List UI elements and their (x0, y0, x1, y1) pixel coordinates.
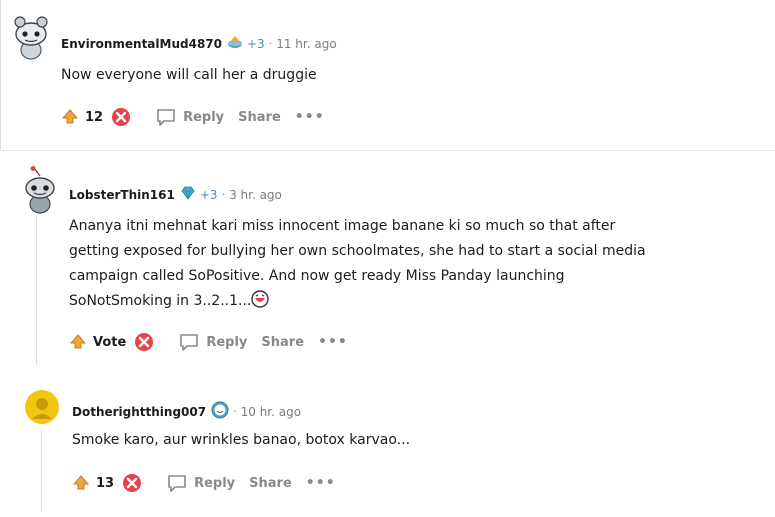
thread-line[interactable] (41, 430, 42, 512)
avatar[interactable] (20, 166, 60, 218)
timestamp[interactable]: 11 hr. ago (276, 37, 336, 51)
reply-label: Reply (183, 109, 225, 125)
separator: · (268, 37, 273, 50)
username[interactable]: EnvironmentalMud4870 (61, 37, 222, 51)
diamond-icon (180, 186, 196, 203)
divider (0, 150, 775, 151)
snoo-avatar-icon (14, 16, 48, 60)
avatar[interactable] (24, 389, 60, 429)
downvote-button[interactable] (122, 473, 142, 493)
vote-count: 12 (85, 109, 104, 125)
timestamp[interactable]: 10 hr. ago (241, 405, 301, 419)
upvote-button[interactable] (69, 333, 87, 351)
comment-actions: 12 Reply Share ••• (61, 106, 325, 128)
share-button[interactable]: Share (249, 476, 292, 491)
upvote-button[interactable] (61, 108, 79, 126)
laughing-emoji-icon (251, 290, 270, 317)
more-options-button[interactable]: ••• (295, 109, 325, 125)
comment-bubble-icon (168, 475, 186, 492)
comment-meta: LobsterThin161 +3 · 3 hr. ago (69, 186, 282, 203)
comment-body: Now everyone will call her a druggie (61, 67, 317, 83)
upvote-icon (72, 475, 90, 490)
upvote-icon (69, 334, 87, 349)
comment-body-line: campaign called SoPositive. And now get … (69, 268, 565, 284)
share-button[interactable]: Share (261, 335, 304, 350)
vote-count: 13 (96, 475, 115, 491)
reddit-coin-icon (227, 35, 243, 52)
downvote-icon (112, 108, 131, 126)
reply-label: Reply (206, 334, 248, 350)
reply-button[interactable]: Reply (178, 331, 247, 353)
reply-button[interactable]: Reply (155, 106, 224, 128)
thread-line[interactable] (0, 0, 1, 150)
timestamp[interactable]: 3 hr. ago (229, 188, 282, 202)
comment-actions: 13 Reply Share ••• (72, 472, 336, 494)
upvote-icon (61, 109, 79, 124)
more-options-button[interactable]: ••• (306, 475, 336, 491)
downvote-button[interactable] (134, 332, 154, 352)
comment-body-last-line: SoNotSmoking in 3..2..1... (69, 289, 270, 317)
smile-badge-icon (211, 401, 229, 422)
snoo-avatar-icon (25, 166, 55, 214)
avatar-circle-icon (25, 390, 59, 424)
comment-body-line: getting exposed for bullying her own sch… (69, 243, 646, 259)
downvote-button[interactable] (111, 107, 131, 127)
upvote-button[interactable] (72, 474, 90, 492)
username[interactable]: Dotherightthing007 (72, 405, 206, 419)
comment-meta: Dotherightthing007 · 10 hr. ago (72, 401, 301, 422)
reply-button[interactable]: Reply (166, 472, 235, 494)
separator: · (233, 405, 237, 418)
comment-body: Smoke karo, aur wrinkles banao, botox ka… (72, 432, 411, 448)
vote-label: Vote (93, 334, 127, 350)
comment-meta: EnvironmentalMud4870 +3 · 11 hr. ago (61, 35, 337, 52)
karma: +3 (247, 36, 265, 51)
more-options-button[interactable]: ••• (318, 334, 348, 350)
comment-actions: Vote Reply Share ••• (69, 331, 348, 353)
comment-body-line: Ananya itni mehnat kari miss innocent im… (69, 218, 616, 234)
comment-bubble-icon (180, 334, 199, 351)
karma: +3 (199, 187, 218, 202)
separator: · (221, 188, 226, 201)
thread-line[interactable] (36, 215, 37, 365)
downvote-icon (135, 333, 154, 351)
downvote-icon (123, 474, 142, 492)
username[interactable]: LobsterThin161 (69, 188, 175, 202)
avatar[interactable] (10, 12, 52, 64)
share-button[interactable]: Share (238, 110, 281, 125)
comment-body-line: SoNotSmoking in 3..2..1... (69, 293, 252, 309)
comment-bubble-icon (157, 109, 175, 126)
reply-label: Reply (194, 475, 236, 491)
